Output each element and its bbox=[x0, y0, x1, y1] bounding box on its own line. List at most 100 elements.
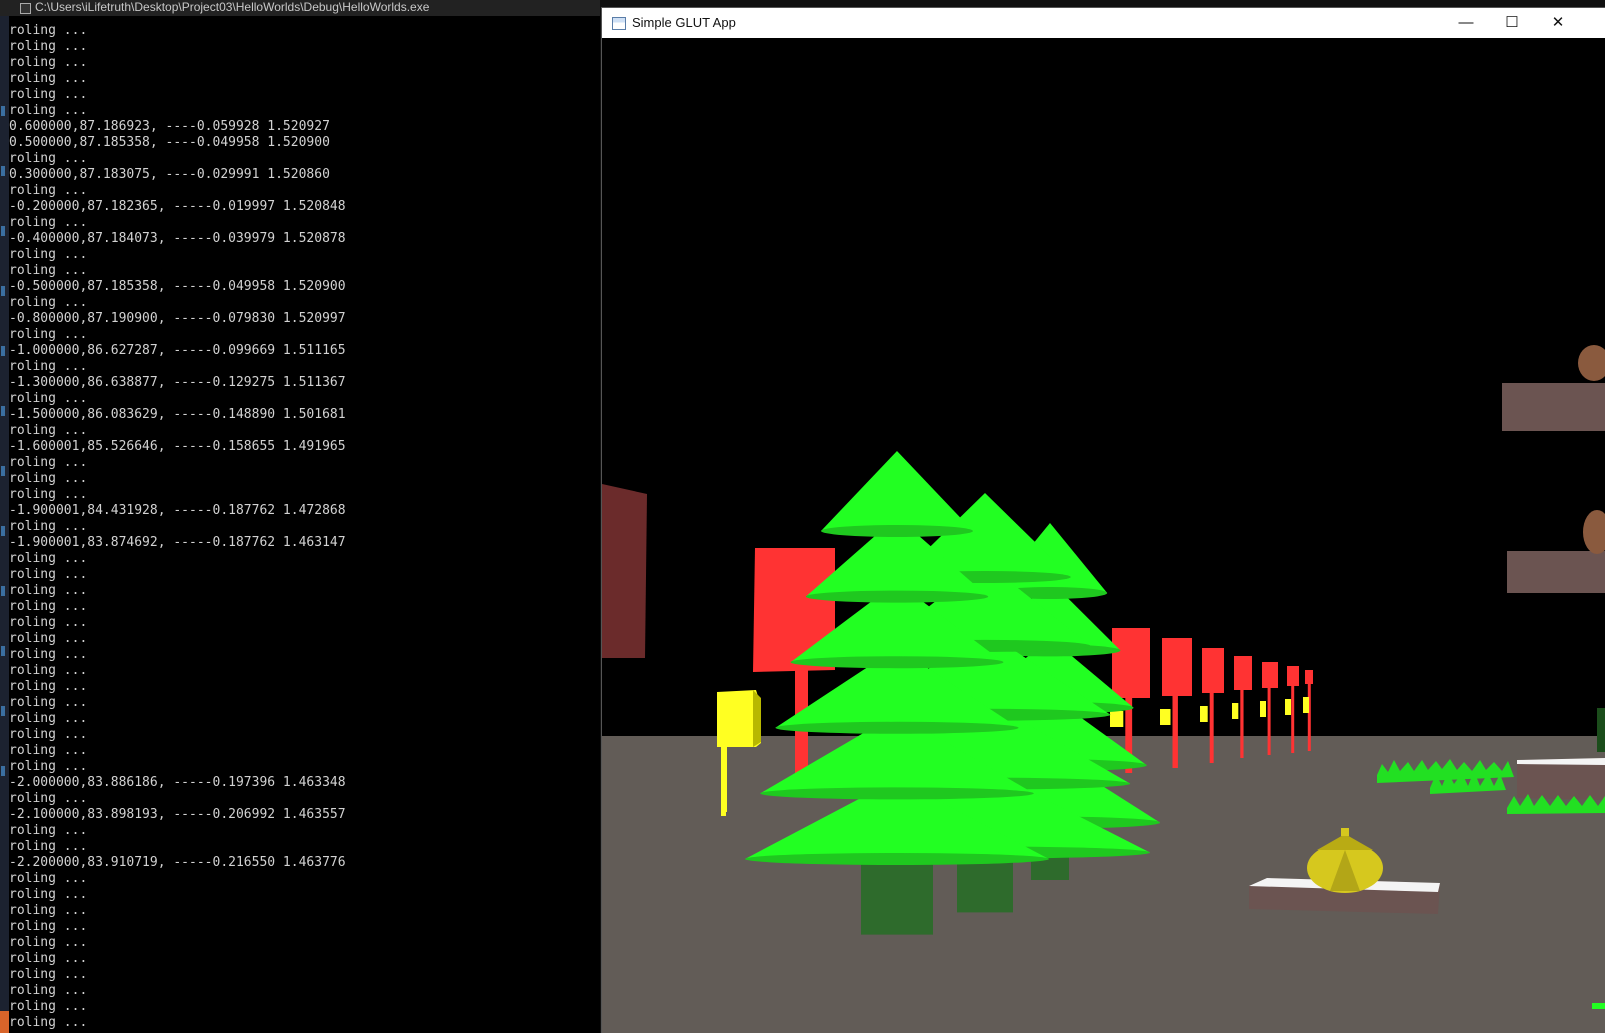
console-line: roling ... bbox=[9, 23, 88, 38]
tree-tier-shadow bbox=[790, 656, 1004, 669]
sign-board bbox=[1112, 628, 1150, 698]
console-line: -1.300000,86.638877, -----0.129275 1.511… bbox=[9, 375, 346, 390]
console-line: roling ... bbox=[9, 823, 88, 838]
console-titlebar[interactable]: C:\Users\iLifetruth\Desktop\Project03\He… bbox=[0, 0, 600, 16]
sign-post bbox=[1172, 692, 1178, 768]
sign-post bbox=[1240, 686, 1244, 758]
yellow-marker bbox=[1160, 709, 1171, 725]
glut-titlebar[interactable]: Simple GLUT App — ☐ ✕ bbox=[602, 8, 1605, 38]
tree-tier-shadow bbox=[821, 525, 973, 537]
console-line: roling ... bbox=[9, 583, 88, 598]
console-line: roling ... bbox=[9, 71, 88, 86]
window-app-icon bbox=[612, 17, 626, 30]
console-line: -1.000000,86.627287, -----0.099669 1.511… bbox=[9, 343, 346, 358]
console-line: roling ... bbox=[9, 103, 88, 118]
console-line: roling ... bbox=[9, 215, 88, 230]
console-line: roling ... bbox=[9, 423, 88, 438]
background-window-strip bbox=[0, 16, 9, 1033]
console-line: roling ... bbox=[9, 327, 88, 342]
tree-tier-shadow bbox=[760, 787, 1034, 800]
console-line: roling ... bbox=[9, 247, 88, 262]
sign-board bbox=[1202, 648, 1224, 693]
console-line: roling ... bbox=[9, 791, 88, 806]
tree-tier-shadow bbox=[775, 721, 1019, 734]
console-line: roling ... bbox=[9, 743, 88, 758]
maximize-button[interactable]: ☐ bbox=[1489, 8, 1535, 38]
console-line: roling ... bbox=[9, 151, 88, 166]
console-line: 0.600000,87.186923, ----0.059928 1.52092… bbox=[9, 119, 330, 134]
console-line: roling ... bbox=[9, 487, 88, 502]
console-line: roling ... bbox=[9, 55, 88, 70]
console-line: roling ... bbox=[9, 903, 88, 918]
sign-board bbox=[1287, 666, 1299, 686]
sign-post bbox=[1267, 684, 1271, 755]
console-line: roling ... bbox=[9, 711, 88, 726]
console-line: -2.000000,83.886186, -----0.197396 1.463… bbox=[9, 775, 346, 790]
sign-post bbox=[1291, 682, 1295, 753]
console-app-icon bbox=[20, 3, 31, 14]
console-line: roling ... bbox=[9, 455, 88, 470]
sign-board bbox=[1305, 670, 1313, 684]
console-window[interactable]: C:\Users\iLifetruth\Desktop\Project03\He… bbox=[0, 0, 600, 1033]
console-line: roling ... bbox=[9, 1015, 88, 1030]
console-line: -1.600001,85.526646, -----0.158655 1.491… bbox=[9, 439, 346, 454]
tree-tier-shadow bbox=[745, 853, 1049, 865]
console-line: -2.200000,83.910719, -----0.216550 1.463… bbox=[9, 855, 346, 870]
console-line: roling ... bbox=[9, 759, 88, 774]
console-line: roling ... bbox=[9, 295, 88, 310]
console-line: roling ... bbox=[9, 39, 88, 54]
console-line: roling ... bbox=[9, 839, 88, 854]
tree-tier-shadow bbox=[805, 590, 989, 603]
console-line: roling ... bbox=[9, 967, 88, 982]
console-line: roling ... bbox=[9, 519, 88, 534]
console-line: roling ... bbox=[9, 567, 88, 582]
dark-red-wall bbox=[602, 484, 647, 658]
taskbar-edge bbox=[0, 1011, 9, 1033]
console-line: roling ... bbox=[9, 935, 88, 950]
console-line: -0.500000,87.185358, -----0.049958 1.520… bbox=[9, 279, 346, 294]
console-line: roling ... bbox=[9, 631, 88, 646]
sign-board bbox=[1234, 656, 1252, 690]
console-line: roling ... bbox=[9, 615, 88, 630]
console-line: -1.900001,84.431928, -----0.187762 1.472… bbox=[9, 503, 346, 518]
console-line: -1.500000,86.083629, -----0.148890 1.501… bbox=[9, 407, 346, 422]
console-line: -1.900001,83.874692, -----0.187762 1.463… bbox=[9, 535, 346, 550]
console-line: roling ... bbox=[9, 679, 88, 694]
yellow-marker bbox=[1110, 711, 1124, 727]
console-title: C:\Users\iLifetruth\Desktop\Project03\He… bbox=[35, 0, 430, 14]
console-line: roling ... bbox=[9, 359, 88, 374]
console-line: roling ... bbox=[9, 871, 88, 886]
sign-board bbox=[1162, 638, 1192, 696]
console-line: roling ... bbox=[9, 887, 88, 902]
console-line: roling ... bbox=[9, 999, 88, 1014]
console-line: 0.500000,87.185358, ----0.049958 1.52090… bbox=[9, 135, 330, 150]
sign-post bbox=[1307, 680, 1311, 751]
console-line: roling ... bbox=[9, 919, 88, 934]
yellow-marker bbox=[1285, 699, 1291, 715]
yellow-marker bbox=[1200, 706, 1208, 722]
console-line: roling ... bbox=[9, 951, 88, 966]
console-line: roling ... bbox=[9, 263, 88, 278]
console-line: -2.100000,83.898193, -----0.206992 1.463… bbox=[9, 807, 346, 822]
sign-board bbox=[1262, 662, 1278, 688]
console-line: roling ... bbox=[9, 727, 88, 742]
console-line: roling ... bbox=[9, 87, 88, 102]
minimize-button[interactable]: — bbox=[1443, 8, 1489, 38]
yellow-marker bbox=[1232, 703, 1239, 719]
close-button[interactable]: ✕ bbox=[1535, 8, 1581, 38]
console-line: roling ... bbox=[9, 983, 88, 998]
console-line: -0.400000,87.184073, -----0.039979 1.520… bbox=[9, 231, 346, 246]
console-line: roling ... bbox=[9, 599, 88, 614]
yellow-marker bbox=[1303, 697, 1309, 713]
console-line: roling ... bbox=[9, 551, 88, 566]
console-line: roling ... bbox=[9, 471, 88, 486]
console-output: roling ... roling ... roling ... roling ...… bbox=[9, 23, 346, 1031]
console-line: roling ... bbox=[9, 663, 88, 678]
console-line: roling ... bbox=[9, 647, 88, 662]
console-line: roling ... bbox=[9, 391, 88, 406]
console-line: roling ... bbox=[9, 183, 88, 198]
glut-window[interactable]: Simple GLUT App — ☐ ✕ bbox=[602, 8, 1605, 1033]
yellow-marker bbox=[1260, 701, 1266, 717]
opengl-viewport[interactable] bbox=[602, 38, 1605, 1033]
console-line: -0.200000,87.182365, -----0.019997 1.520… bbox=[9, 199, 346, 214]
